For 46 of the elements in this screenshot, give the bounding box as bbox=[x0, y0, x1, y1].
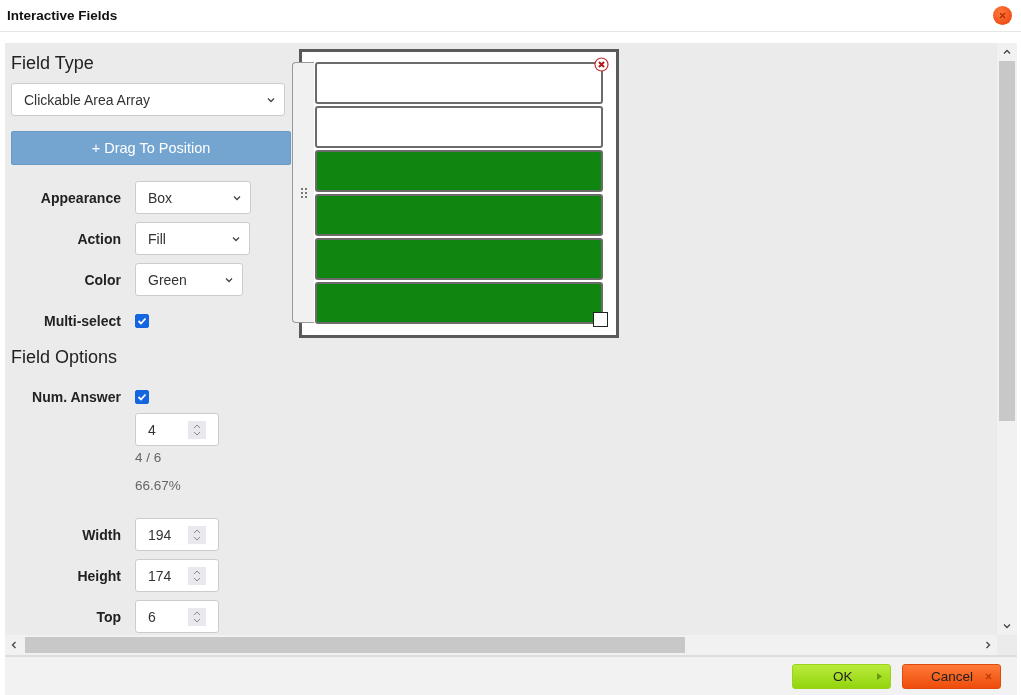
number-input[interactable]: 194 bbox=[135, 518, 219, 551]
spinner-icon[interactable] bbox=[188, 525, 206, 544]
drag-handle[interactable] bbox=[292, 62, 314, 323]
field-label: Top bbox=[95, 608, 121, 625]
close-icon bbox=[985, 672, 992, 680]
close-icon bbox=[999, 12, 1006, 19]
answer-ratio: 4 / 6 bbox=[135, 449, 163, 465]
chevron-up-icon bbox=[1002, 47, 1012, 57]
window-title: Interactive Fields bbox=[7, 8, 118, 23]
spinner-icon[interactable] bbox=[188, 607, 206, 626]
field-label: Color bbox=[83, 271, 121, 288]
dropdown-select[interactable]: Fill bbox=[135, 222, 250, 255]
play-icon bbox=[877, 672, 882, 680]
cancel-button[interactable]: Cancel bbox=[902, 663, 1001, 689]
resize-handle[interactable] bbox=[593, 312, 608, 327]
checkmark-icon bbox=[137, 391, 147, 402]
dropdown-select[interactable]: Green bbox=[135, 263, 243, 296]
checkbox[interactable] bbox=[135, 389, 149, 404]
number-input[interactable]: 174 bbox=[135, 559, 219, 592]
field-label: Multi-select bbox=[43, 312, 121, 329]
remove-icon[interactable] bbox=[594, 57, 609, 72]
field-label: Num. Answer bbox=[31, 388, 121, 405]
section-heading: Field Type bbox=[11, 53, 95, 74]
checkmark-icon bbox=[137, 315, 147, 326]
field-label: Action bbox=[76, 230, 121, 247]
answer-percent: 66.67% bbox=[135, 477, 182, 493]
field-label: Width bbox=[81, 526, 121, 543]
field-label: Height bbox=[76, 567, 121, 584]
chevron-left-icon bbox=[9, 640, 19, 650]
section-heading: Field Options bbox=[11, 347, 119, 368]
spinner-icon[interactable] bbox=[188, 566, 206, 585]
clickable-area[interactable] bbox=[315, 62, 603, 104]
close-button[interactable] bbox=[993, 6, 1012, 25]
dropdown-select[interactable]: Box bbox=[135, 181, 251, 214]
vertical-scrollbar[interactable] bbox=[997, 43, 1017, 635]
number-input[interactable]: 4 bbox=[135, 413, 219, 446]
spinner-icon[interactable] bbox=[188, 420, 206, 439]
checkbox[interactable] bbox=[135, 313, 149, 328]
number-input[interactable]: 6 bbox=[135, 600, 219, 633]
ok-button[interactable]: OK bbox=[792, 663, 891, 689]
horizontal-scrollbar[interactable] bbox=[5, 635, 997, 655]
field-type-select[interactable]: Clickable Area Array bbox=[11, 83, 285, 116]
chevron-right-icon bbox=[983, 640, 993, 650]
field-label: Appearance bbox=[39, 189, 121, 206]
clickable-area[interactable] bbox=[315, 106, 603, 148]
chevron-down-icon bbox=[1002, 621, 1012, 631]
